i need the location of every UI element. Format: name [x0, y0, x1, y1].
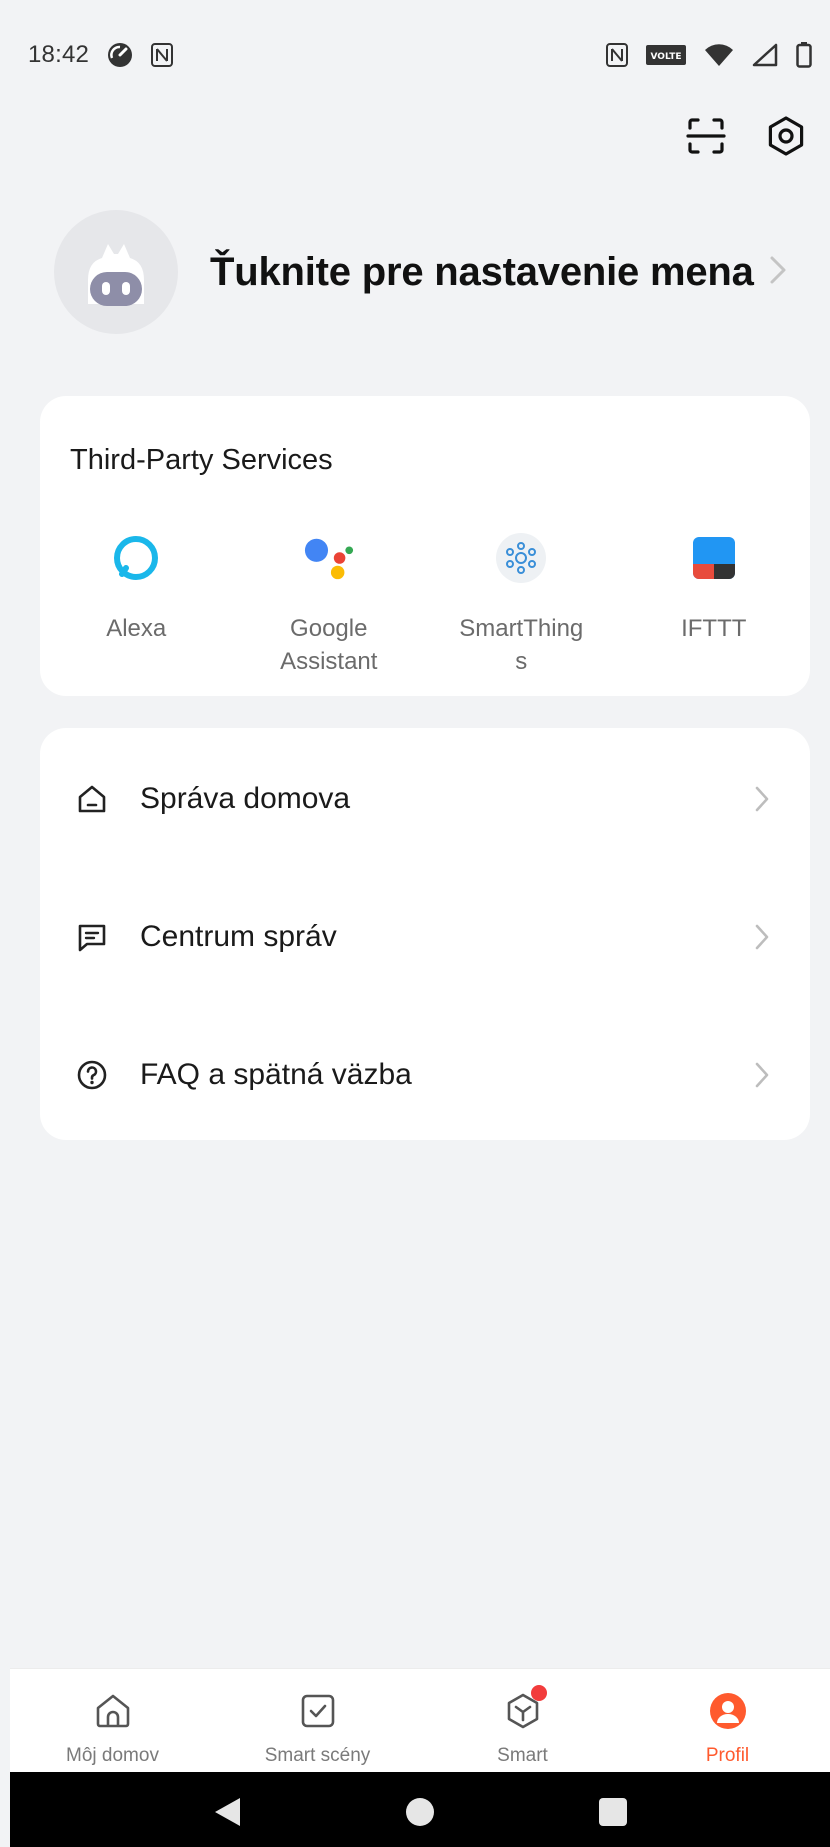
status-right: VOLTE [606, 42, 812, 68]
avatar-mascot-icon [78, 232, 154, 313]
chevron-right-icon [768, 254, 788, 291]
menu-item-faq-feedback[interactable]: FAQ a spätná väzba [40, 1006, 810, 1144]
home-system-button[interactable] [398, 1793, 442, 1837]
nav-item-my-home[interactable]: Môj domov [10, 1669, 215, 1772]
service-label: Alexa [106, 615, 167, 642]
notification-badge [530, 1685, 547, 1701]
scan-button[interactable] [684, 116, 728, 160]
section-title: Third-Party Services [70, 444, 333, 476]
cube-icon [501, 1685, 547, 1733]
smartthings-icon [495, 532, 547, 584]
nav-item-smart[interactable]: Smart [420, 1669, 625, 1772]
service-smartthings[interactable]: SmartThing s [425, 532, 618, 678]
back-button[interactable] [205, 1793, 249, 1837]
nav-label: Môj domov [66, 1745, 159, 1766]
nav-label: Smart [497, 1745, 548, 1766]
status-bar: 18:42 VOLTE [10, 10, 830, 100]
service-google-assistant[interactable]: Google Assistant [233, 532, 426, 678]
service-label: Google Assistant [280, 615, 378, 675]
settings-icon [766, 115, 806, 161]
help-icon [74, 1057, 110, 1093]
home-icon [74, 781, 110, 817]
recents-button[interactable] [591, 1793, 635, 1837]
ifttt-icon [688, 532, 740, 584]
alexa-icon [110, 532, 162, 584]
volte-label: VOLTE [651, 52, 682, 62]
profile-name-prompt[interactable]: Ťuknite pre nastavenie mena [210, 250, 754, 295]
volte-icon: VOLTE [646, 45, 686, 65]
system-nav-bar [10, 1772, 830, 1847]
menu-item-home-management[interactable]: Správa domova [40, 730, 810, 868]
message-icon [74, 919, 110, 955]
chevron-right-icon [750, 922, 774, 952]
chevron-right-icon [750, 784, 774, 814]
signal-icon [752, 43, 778, 67]
nav-label: Profil [705, 1745, 750, 1766]
menu-card: Správa domova Centrum správ FAQ a spätná… [40, 728, 810, 1140]
profile-icon [706, 1689, 750, 1733]
nfc-icon [151, 43, 174, 67]
avatar[interactable] [54, 210, 178, 334]
service-label: IFTTT [681, 615, 747, 642]
nav-label: Smart scény [264, 1745, 371, 1766]
settings-button[interactable] [764, 115, 808, 161]
google-assistant-icon [303, 532, 355, 584]
nav-item-smart-scenes[interactable]: Smart scény [215, 1669, 420, 1772]
menu-item-label: Správa domova [140, 782, 351, 815]
home-circle-icon [405, 1797, 435, 1832]
services-grid: Alexa Google Assistant SmartThing s IFTT… [40, 532, 810, 678]
menu-item-label: FAQ a spätná väzba [140, 1058, 412, 1091]
service-label: SmartThing s [459, 615, 584, 675]
service-alexa[interactable]: Alexa [40, 532, 233, 678]
bottom-nav: Môj domov Smart scény Smart Profil [10, 1668, 830, 1772]
wifi-icon [704, 43, 734, 67]
recents-square-icon [598, 1797, 628, 1832]
menu-item-message-center[interactable]: Centrum správ [40, 868, 810, 1006]
third-party-services-card: Third-Party Services Alexa Google Assist… [40, 396, 810, 696]
menu-item-label: Centrum správ [140, 920, 337, 953]
home-icon [91, 1689, 135, 1733]
top-actions [684, 115, 808, 161]
screen: 18:42 VOLTE Ťuknite pre nastavenie mena … [10, 10, 830, 1847]
profile-row[interactable]: Ťuknite pre nastavenie mena [54, 208, 814, 336]
service-ifttt[interactable]: IFTTT [618, 532, 811, 678]
back-triangle-icon [212, 1796, 242, 1833]
status-left: 18:42 [28, 41, 174, 69]
nav-item-profile[interactable]: Profil [625, 1669, 830, 1772]
checkbox-icon [296, 1689, 340, 1733]
speedometer-icon [107, 42, 133, 68]
scan-icon [686, 116, 726, 161]
nfc-icon [606, 43, 628, 67]
status-time: 18:42 [28, 41, 90, 68]
battery-icon [796, 42, 812, 68]
chevron-right-icon [750, 1060, 774, 1090]
